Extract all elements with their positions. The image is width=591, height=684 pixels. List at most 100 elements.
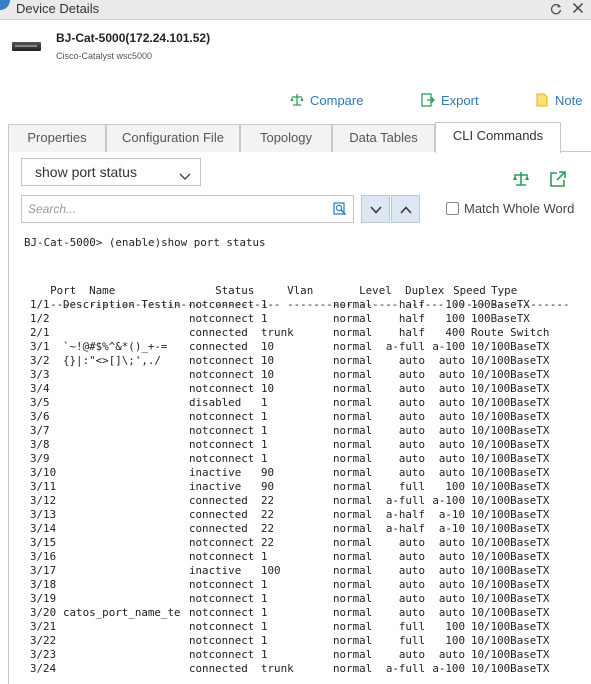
cell-type: 10/100BaseTX	[471, 438, 550, 451]
cell-status: connected	[189, 326, 248, 339]
cell-speed: auto	[438, 368, 465, 381]
header-port: Port	[50, 284, 77, 297]
cell-speed: 400	[445, 326, 465, 339]
find-next-button[interactable]	[361, 195, 390, 223]
cell-status: connected	[189, 662, 248, 675]
tab-properties[interactable]: Properties	[8, 124, 106, 152]
find-previous-button[interactable]	[391, 195, 420, 223]
checkbox-box[interactable]	[446, 201, 459, 215]
header-level: Level	[359, 284, 392, 297]
cell-speed: 100	[445, 620, 465, 633]
cell-port: 3/8	[30, 438, 50, 451]
search-input[interactable]	[28, 200, 328, 218]
cell-duplex: auto	[398, 382, 425, 395]
close-icon[interactable]	[570, 2, 586, 18]
cell-status: notconnect	[189, 452, 255, 465]
cell-type: 10/100BaseTX	[471, 340, 550, 353]
cell-vlan: 1	[261, 606, 268, 619]
action-bar: Compare Export Note	[0, 91, 591, 109]
cell-duplex: a-half	[385, 508, 425, 521]
tab-data-tables[interactable]: Data Tables	[332, 124, 435, 152]
cell-level: normal	[333, 536, 373, 549]
table-row: 3/6 notconnect 1 normal auto auto 10/100BaseTX	[24, 410, 584, 424]
cell-level: normal	[333, 620, 373, 633]
cell-status: disabled	[189, 396, 242, 409]
cli-spacer	[24, 250, 584, 270]
cell-vlan: 1	[261, 424, 268, 437]
table-row: 3/8 notconnect 1 normal auto auto 10/100BaseTX	[24, 438, 584, 452]
cell-duplex: auto	[398, 410, 425, 423]
cell-status: inactive	[189, 480, 242, 493]
open-external-icon[interactable]	[549, 170, 567, 188]
export-button[interactable]: Export	[421, 91, 479, 109]
cell-port: 3/15	[30, 536, 57, 549]
cell-port: 3/2	[30, 354, 50, 367]
cell-level: normal	[333, 578, 373, 591]
cell-port: 3/16	[30, 550, 57, 563]
table-row: 3/19 notconnect 1 normal auto auto 10/100BaseT…	[24, 592, 584, 606]
cell-level: normal	[333, 522, 373, 535]
cell-name: catos_port_name_te	[63, 606, 181, 619]
search-icon[interactable]	[333, 202, 347, 216]
cell-type: 10/100BaseTX	[471, 480, 550, 493]
cell-speed: a-10	[438, 508, 465, 521]
note-icon	[535, 93, 549, 107]
cell-vlan: 1	[261, 438, 268, 451]
command-select[interactable]: show port status	[21, 158, 201, 186]
export-icon	[421, 93, 435, 107]
tab-topology[interactable]: Topology	[240, 124, 332, 152]
table-row: 3/22 notconnect 1 normal full 100 10/100BaseTX	[24, 634, 584, 648]
cell-vlan: 90	[261, 466, 275, 479]
cell-duplex: auto	[398, 424, 425, 437]
cell-vlan: 22	[261, 494, 275, 507]
cell-type: 10/100BaseTX	[471, 662, 550, 675]
cell-duplex: a-half	[385, 522, 425, 535]
cell-type: Route Switch	[471, 326, 550, 339]
cell-vlan: 22	[261, 536, 275, 549]
cell-port: 3/19	[30, 592, 57, 605]
table-row: 3/12 connected 22 normal a-full a-100 10/100Ba…	[24, 494, 584, 508]
cell-status: notconnect	[189, 536, 255, 549]
cell-port: 3/21	[30, 620, 57, 633]
cell-duplex: half	[398, 312, 425, 325]
tab-cli-commands[interactable]: CLI Commands	[435, 122, 561, 153]
cell-vlan: 1	[261, 396, 268, 409]
cell-vlan: 90	[261, 480, 275, 493]
cell-name: {}|:"<>[]\;',./	[63, 354, 161, 367]
header-type: Type	[491, 284, 518, 297]
header-speed: Speed	[453, 284, 486, 297]
note-button[interactable]: Note	[535, 91, 582, 109]
compare-button[interactable]: Compare	[290, 91, 363, 109]
match-whole-word-label: Match Whole Word	[464, 200, 575, 216]
cell-level: normal	[333, 424, 373, 437]
cell-vlan: 100	[261, 564, 281, 577]
cell-speed: auto	[438, 410, 465, 423]
cell-level: normal	[333, 410, 373, 423]
cell-duplex: full	[398, 634, 425, 647]
cell-port: 3/23	[30, 648, 57, 661]
cell-duplex: auto	[398, 466, 425, 479]
cell-port: 3/4	[30, 382, 50, 395]
cell-vlan: 1	[261, 592, 268, 605]
compare-scale-icon[interactable]	[512, 170, 530, 188]
cell-duplex: auto	[398, 536, 425, 549]
cell-status: connected	[189, 340, 248, 353]
cli-prompt: BJ-Cat-5000> (enable)show port status	[24, 236, 266, 249]
cell-port: 1/1	[30, 298, 50, 311]
table-row: 3/21 notconnect 1 normal full 100 10/100BaseTX	[24, 620, 584, 634]
cell-type: 10/100BaseTX	[471, 564, 550, 577]
cell-level: normal	[333, 382, 373, 395]
cell-speed: auto	[438, 452, 465, 465]
cell-status: notconnect	[189, 438, 255, 451]
match-whole-word-checkbox[interactable]: Match Whole Word	[446, 200, 574, 216]
table-row: 3/7 notconnect 1 normal auto auto 10/100BaseTX	[24, 424, 584, 438]
tab-configuration-file[interactable]: Configuration File	[106, 124, 240, 152]
cell-port: 3/11	[30, 480, 57, 493]
cell-vlan: trunk	[261, 326, 294, 339]
cell-level: normal	[333, 312, 373, 325]
table-row: 3/1 `~!@#$%^&*()_+-= connected 10 normal a-fu…	[24, 340, 584, 354]
device-name: BJ-Cat-5000(172.24.101.52)	[56, 31, 211, 45]
cell-speed: auto	[438, 606, 465, 619]
table-row: 3/20 catos_port_name_te notconnect 1 normal a…	[24, 606, 584, 620]
restore-icon[interactable]	[548, 2, 564, 18]
